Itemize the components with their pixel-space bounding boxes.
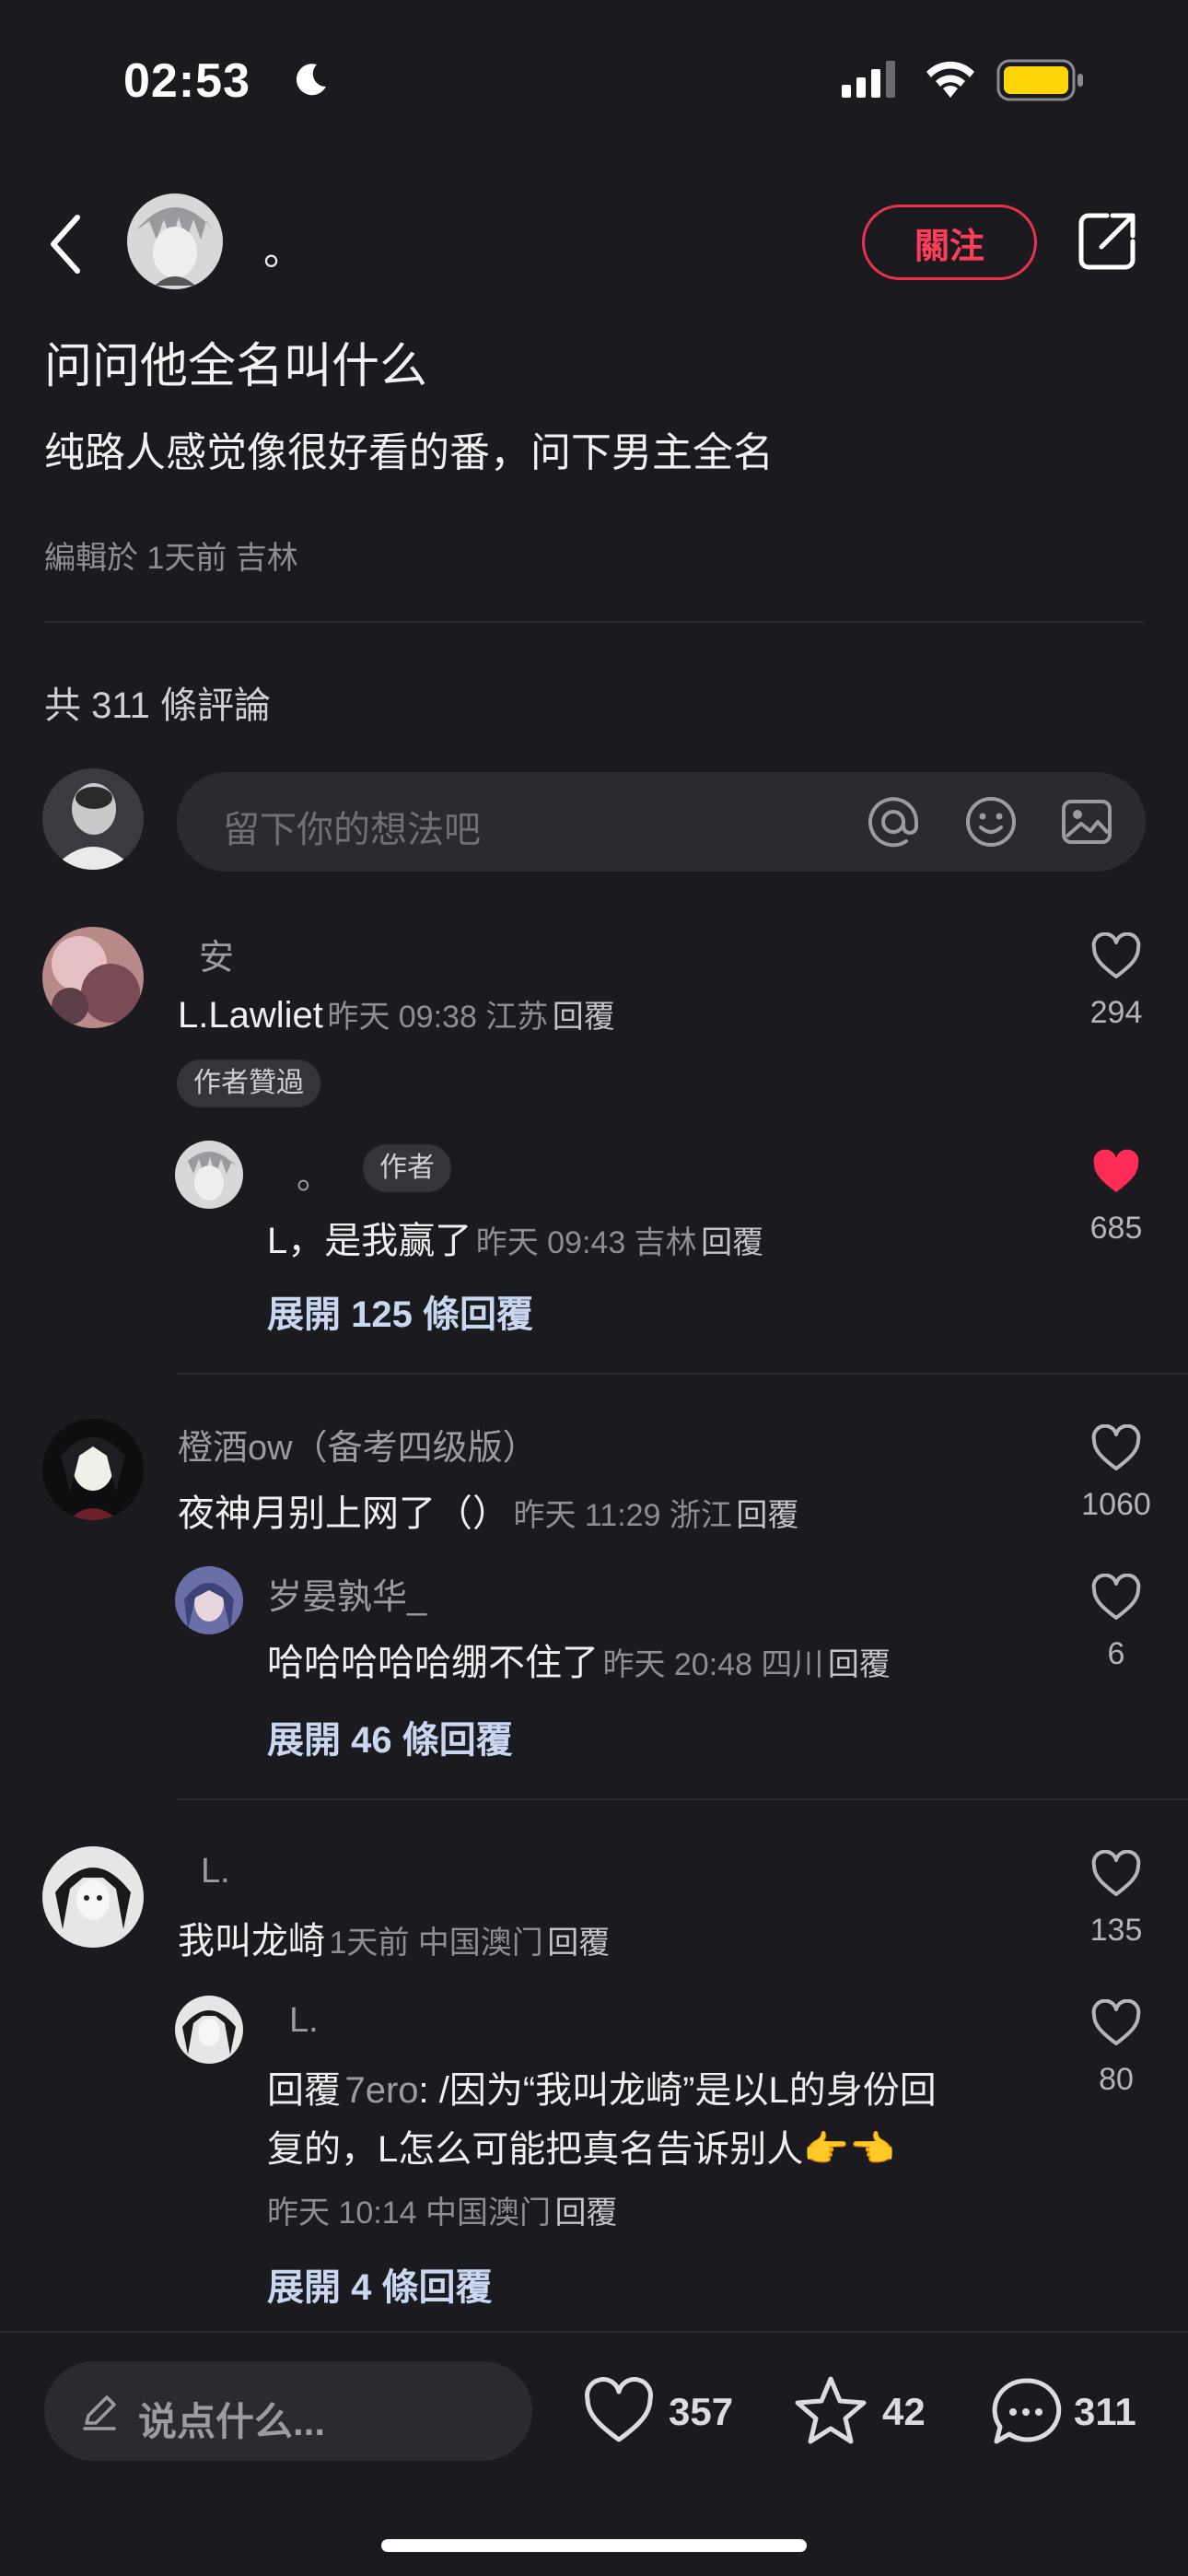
comment-row: 夜神月别上网了（） 昨天 11:29 浙江 回覆 (178, 1483, 798, 1537)
reply-username[interactable]: 。 (297, 1148, 332, 1199)
share-icon[interactable] (1076, 208, 1140, 273)
commenter-name[interactable]: L. (201, 1852, 230, 1891)
battery-icon (996, 59, 1085, 101)
reply-text-line1: 回覆 7ero: /因为“我叫龙崎”是以L的身份回 (267, 2060, 937, 2113)
reply-meta: 昨天 10:14 中国澳门 (267, 2195, 551, 2231)
comment-input-placeholder: 留下你的想法吧 (223, 810, 481, 850)
post-meta: 編輯於 1天前 吉林 (44, 541, 298, 576)
comment-text: 我叫龙崎 (178, 1921, 325, 1961)
post-like-count: 357 (669, 2390, 734, 2433)
comments-count: 共 311 條評論 (44, 685, 271, 726)
bottom-bar-divider (0, 2331, 1188, 2333)
reply-text: 哈哈哈哈哈绷不住了 (267, 1643, 599, 1683)
reply-button[interactable]: 回覆 (554, 2195, 617, 2231)
post-comment-count: 311 (1074, 2390, 1136, 2433)
reply-prefix: 回覆 (267, 2070, 341, 2111)
reply-username[interactable]: L. (289, 2001, 319, 2041)
commenter-avatar[interactable] (42, 927, 144, 1028)
reply-button[interactable]: 回覆 (736, 1498, 798, 1533)
comment-row: 我叫龙崎 1天前 中国澳门 回覆 (178, 1911, 610, 1964)
reply-meta: 昨天 09:43 吉林 (475, 1225, 697, 1260)
like-count: 685 (1089, 1211, 1143, 1246)
author-avatar[interactable] (127, 193, 223, 289)
commenter-name[interactable]: 橙酒ow（备考四级版） (178, 1419, 538, 1469)
expand-replies-button[interactable]: 展開 125 條回覆 (267, 1284, 533, 1338)
reply-row: L，是我赢了 昨天 09:43 吉林 回覆 (267, 1211, 763, 1264)
reply-button[interactable]: 回覆 (828, 1647, 891, 1682)
divider (177, 1798, 1188, 1800)
image-icon[interactable] (1059, 794, 1114, 849)
heart-icon[interactable] (1090, 1999, 1142, 2047)
star-icon[interactable] (794, 2373, 868, 2447)
commenter-name[interactable]: 安 (199, 929, 234, 979)
like-post-icon[interactable] (582, 2377, 656, 2445)
heart-icon[interactable] (1090, 1424, 1142, 1472)
status-time: 02:53 (123, 54, 250, 108)
post-body: 纯路人感觉像很好看的番，问下男主全名 (44, 430, 774, 475)
reply-to-user[interactable]: 7ero (344, 2070, 418, 2111)
pencil-icon (79, 2392, 120, 2432)
emoji-icon[interactable] (963, 794, 1019, 849)
like-count: 135 (1089, 1913, 1143, 1948)
heart-icon[interactable] (1090, 1850, 1142, 1898)
commenter-avatar[interactable] (42, 1846, 144, 1948)
author-tag: 作者 (363, 1144, 451, 1192)
reply-text-line2: 复的，L怎么可能把真名告诉别人👉👈 (267, 2129, 895, 2170)
reply-button[interactable]: 回覆 (553, 1000, 615, 1035)
mention-icon[interactable] (866, 794, 921, 849)
comment-text: 夜神月别上网了（） (178, 1493, 509, 1534)
comment-meta: 昨天 09:38 江苏 (327, 1000, 549, 1035)
reply-meta-row: 昨天 10:14 中国澳门 回覆 (267, 2187, 617, 2232)
reply-button[interactable]: 回覆 (547, 1926, 610, 1961)
heart-filled-icon[interactable] (1090, 1148, 1142, 1196)
reply-row: 哈哈哈哈哈绷不住了 昨天 20:48 四川 回覆 (267, 1633, 891, 1686)
author-name[interactable]: 。 (263, 217, 304, 276)
commenter-avatar[interactable] (42, 1419, 144, 1520)
like-count: 80 (1099, 2062, 1134, 2097)
like-count: 6 (1107, 1636, 1125, 1671)
reply-text: L，是我赢了 (267, 1221, 472, 1261)
comment-meta: 昨天 11:29 浙江 (513, 1498, 732, 1533)
signal-icon (842, 61, 901, 98)
back-button[interactable] (46, 212, 87, 276)
divider (177, 1373, 1188, 1375)
moon-icon (293, 61, 330, 98)
comment-icon[interactable] (989, 2375, 1063, 2449)
like-count: 1060 (1081, 1487, 1151, 1522)
like-count: 294 (1089, 995, 1143, 1030)
reply-button[interactable]: 回覆 (701, 1225, 763, 1260)
reply-avatar[interactable] (175, 1141, 243, 1209)
reply-avatar[interactable] (175, 1996, 243, 2064)
reply-text: : /因为“我叫龙崎”是以L的身份回 (418, 2070, 937, 2111)
my-avatar[interactable] (42, 768, 144, 870)
reply-username[interactable]: 岁晏孰华_ (267, 1568, 426, 1619)
expand-replies-button[interactable]: 展開 4 條回覆 (267, 2257, 492, 2311)
comment-text: L.Lawliet (178, 995, 323, 1036)
comment-meta: 1天前 中国澳门 (329, 1926, 543, 1961)
wifi-icon (923, 59, 978, 100)
post-star-count: 42 (882, 2390, 926, 2433)
follow-button[interactable]: 關注 (862, 205, 1037, 280)
reply-avatar[interactable] (175, 1566, 243, 1634)
heart-icon[interactable] (1090, 932, 1142, 980)
heart-icon[interactable] (1090, 1574, 1142, 1622)
post-title: 问问他全名叫什么 (44, 340, 428, 393)
divider (44, 621, 1144, 623)
comment-row: L.Lawliet 昨天 09:38 江苏 回覆 (178, 991, 615, 1036)
bottom-input-placeholder: 说点什么... (138, 2400, 326, 2443)
home-indicator[interactable] (381, 2539, 807, 2552)
reply-meta: 昨天 20:48 四川 (602, 1647, 824, 1682)
expand-replies-button[interactable]: 展開 46 條回覆 (267, 1710, 513, 1763)
author-liked-badge: 作者贊過 (177, 1060, 320, 1107)
